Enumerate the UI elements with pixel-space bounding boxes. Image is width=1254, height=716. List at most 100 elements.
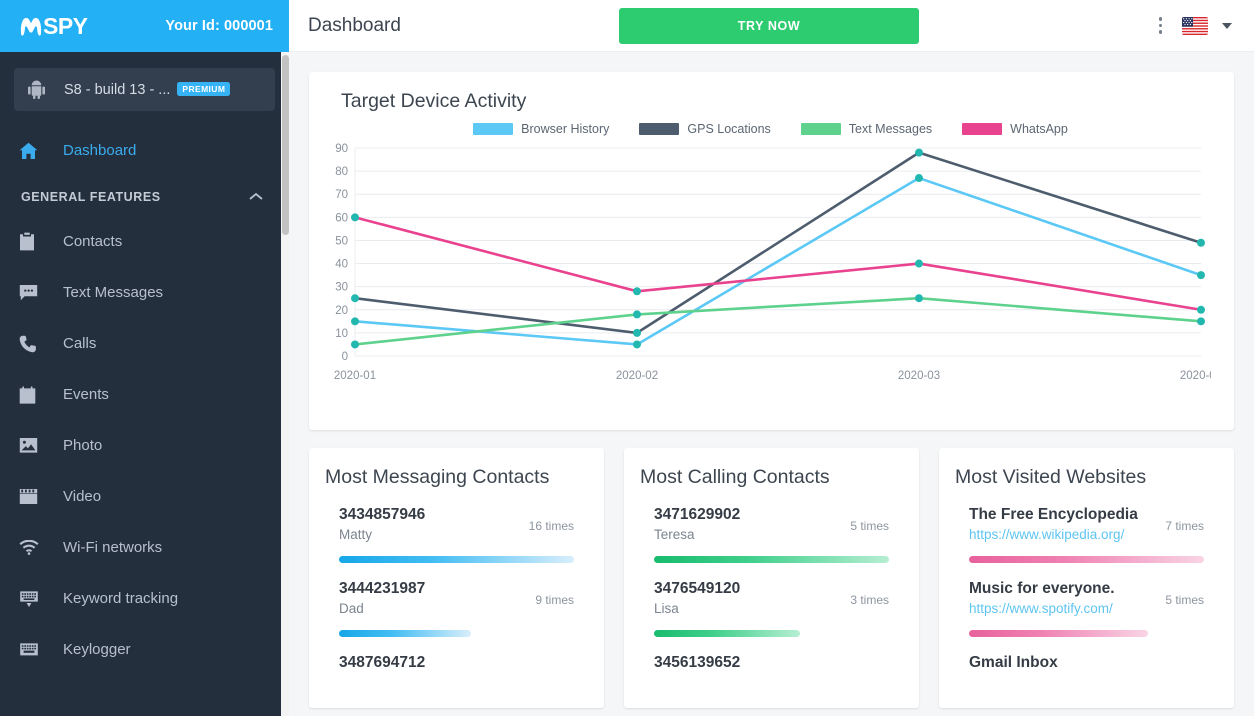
topbar-actions	[1153, 13, 1232, 38]
device-selector[interactable]: S8 - build 13 - ... PREMIUM	[14, 68, 275, 111]
card-title: Most Visited Websites	[955, 466, 1147, 488]
logo-text: SPY	[43, 12, 88, 39]
legend-item-whatsapp[interactable]: WhatsApp	[962, 122, 1068, 136]
list-item[interactable]: 3471629902 Teresa 5 times	[640, 505, 903, 563]
sidebar-item-calls[interactable]: Calls	[0, 318, 289, 369]
list-item-header: 3487694712	[339, 653, 574, 674]
x-axis-tick-label: 2020-02	[616, 370, 658, 382]
website-url[interactable]: https://www.spotify.com/	[969, 601, 1113, 616]
chevron-down-icon[interactable]	[1222, 22, 1232, 29]
y-axis-tick-label: 0	[342, 351, 348, 363]
y-axis-tick-label: 80	[335, 166, 348, 178]
card-title: Most Calling Contacts	[640, 466, 830, 488]
contact-count: 16 times	[528, 519, 574, 533]
y-axis-tick-label: 50	[335, 235, 348, 247]
sidebar-item-keyword-tracking[interactable]: Keyword tracking	[0, 573, 289, 624]
sidebar-item-keylogger[interactable]: Keylogger	[0, 624, 289, 675]
sidebar-item-label: Keyword tracking	[63, 590, 179, 607]
list-item[interactable]: 3444231987 Dad 9 times	[325, 579, 588, 637]
list-item[interactable]: 3456139652	[640, 653, 903, 674]
list-item[interactable]: 3434857946 Matty 16 times	[325, 505, 588, 563]
premium-badge: PREMIUM	[177, 81, 231, 96]
legend-label: Text Messages	[848, 122, 933, 136]
list-item-header: 3456139652	[654, 653, 889, 674]
sidebar-item-label: Video	[63, 488, 102, 505]
progress-bar	[654, 629, 800, 637]
y-axis-tick-label: 90	[335, 143, 348, 155]
try-now-button[interactable]: TRY NOW	[619, 8, 919, 44]
visit-count: 5 times	[1165, 592, 1204, 607]
sidebar-item-label: Photo	[63, 437, 103, 454]
list-item-text: Gmail Inbox	[969, 653, 1058, 674]
chart-data-point[interactable]	[1197, 317, 1205, 326]
chart-svg: 0 10 20 30 40 50 60 70 80 90 2020-01 2020-02 2020-03…	[334, 143, 1211, 382]
chart-data-point[interactable]	[633, 340, 641, 349]
most-calling-contacts-card: Most Calling Contacts 3471629902 Teresa …	[624, 448, 919, 708]
website-title: The Free Encyclopedia	[969, 506, 1138, 523]
legend-item-text-messages[interactable]: Text Messages	[800, 122, 933, 136]
chart-data-point[interactable]	[915, 259, 923, 268]
chart-data-point[interactable]	[915, 294, 923, 303]
more-vertical-icon[interactable]	[1153, 13, 1169, 38]
sidebar-scrollbar-thumb[interactable]	[282, 55, 289, 235]
list-item[interactable]: Music for everyone. https://www.spotify.…	[955, 579, 1218, 637]
us-flag-icon[interactable]	[1182, 16, 1208, 35]
chart-title: Target Device Activity	[341, 90, 527, 112]
topbar: Dashboard TRY NOW	[289, 0, 1254, 52]
contact-count: 5 times	[850, 519, 889, 533]
chart-data-point[interactable]	[915, 148, 923, 157]
list-item[interactable]: Gmail Inbox	[955, 653, 1218, 674]
sidebar-item-photo[interactable]: Photo	[0, 420, 289, 471]
chevron-up-icon	[249, 190, 263, 204]
y-axis-tick-label: 60	[335, 212, 348, 224]
legend-item-gps-locations[interactable]: GPS Locations	[639, 122, 771, 136]
y-axis-tick-label: 20	[335, 305, 348, 317]
website-title: Music for everyone.	[969, 579, 1115, 597]
list-item[interactable]: 3487694712	[325, 653, 588, 674]
list-item[interactable]: The Free Encyclopedia https://www.wikipe…	[955, 505, 1218, 563]
sidebar-item-wifi-networks[interactable]: Wi-Fi networks	[0, 522, 289, 573]
y-axis-tick-label: 30	[335, 282, 348, 294]
device-name-text: S8 - build 13 - ...	[64, 81, 171, 98]
most-messaging-contacts-card: Most Messaging Contacts 3434857946 Matty…	[309, 448, 604, 708]
contact-number: 3434857946	[339, 506, 426, 523]
chart-legend: Browser History GPS Locations Text Messa…	[323, 122, 1218, 136]
chart-data-point[interactable]	[1197, 305, 1205, 314]
chart-data-point[interactable]	[633, 310, 641, 319]
legend-item-browser-history[interactable]: Browser History	[473, 122, 609, 136]
sidebar-item-events[interactable]: Events	[0, 369, 289, 420]
sidebar-item-text-messages[interactable]: Text Messages	[0, 267, 289, 318]
sidebar-scrollbar[interactable]	[281, 52, 289, 716]
website-url[interactable]: https://www.wikipedia.org/	[969, 527, 1124, 542]
list-item-header: Music for everyone. https://www.spotify.…	[969, 579, 1204, 619]
phone-icon	[19, 335, 47, 353]
list-item-header: The Free Encyclopedia https://www.wikipe…	[969, 505, 1204, 545]
contact-name: Matty	[339, 526, 373, 542]
sidebar-item-dashboard[interactable]: Dashboard	[0, 125, 289, 176]
sidebar-item-label: Keylogger	[63, 641, 131, 658]
android-icon	[26, 80, 46, 99]
progress-bar	[339, 629, 471, 637]
sidebar-section-general-features[interactable]: GENERAL FEATURES	[0, 176, 289, 216]
sidebar-item-video[interactable]: Video	[0, 471, 289, 522]
list-item[interactable]: 3476549120 Lisa 3 times	[640, 579, 903, 637]
chart-data-point[interactable]	[915, 174, 923, 183]
chart-data-point[interactable]	[1197, 238, 1205, 247]
progress-bar	[654, 555, 889, 563]
chart-data-point[interactable]	[633, 287, 641, 296]
chart-data-point[interactable]	[1197, 271, 1205, 280]
calendar-icon	[19, 385, 47, 404]
contact-number: 3456139652	[654, 653, 741, 671]
chart-data-point[interactable]	[351, 294, 359, 303]
dashboard-content: Target Device Activity Browser History G…	[289, 52, 1254, 716]
sidebar-item-contacts[interactable]: Contacts	[0, 216, 289, 267]
list-item-text: 3456139652	[654, 653, 740, 674]
chart-data-point[interactable]	[351, 213, 359, 222]
chart-data-point[interactable]	[351, 317, 359, 326]
chart-series-line	[353, 296, 1203, 346]
chart-data-point[interactable]	[633, 328, 641, 337]
logo[interactable]: SPY	[20, 12, 88, 39]
legend-swatch	[962, 123, 1003, 135]
list-item-header: 3476549120 Lisa 3 times	[654, 579, 889, 619]
chart-data-point[interactable]	[351, 340, 359, 349]
